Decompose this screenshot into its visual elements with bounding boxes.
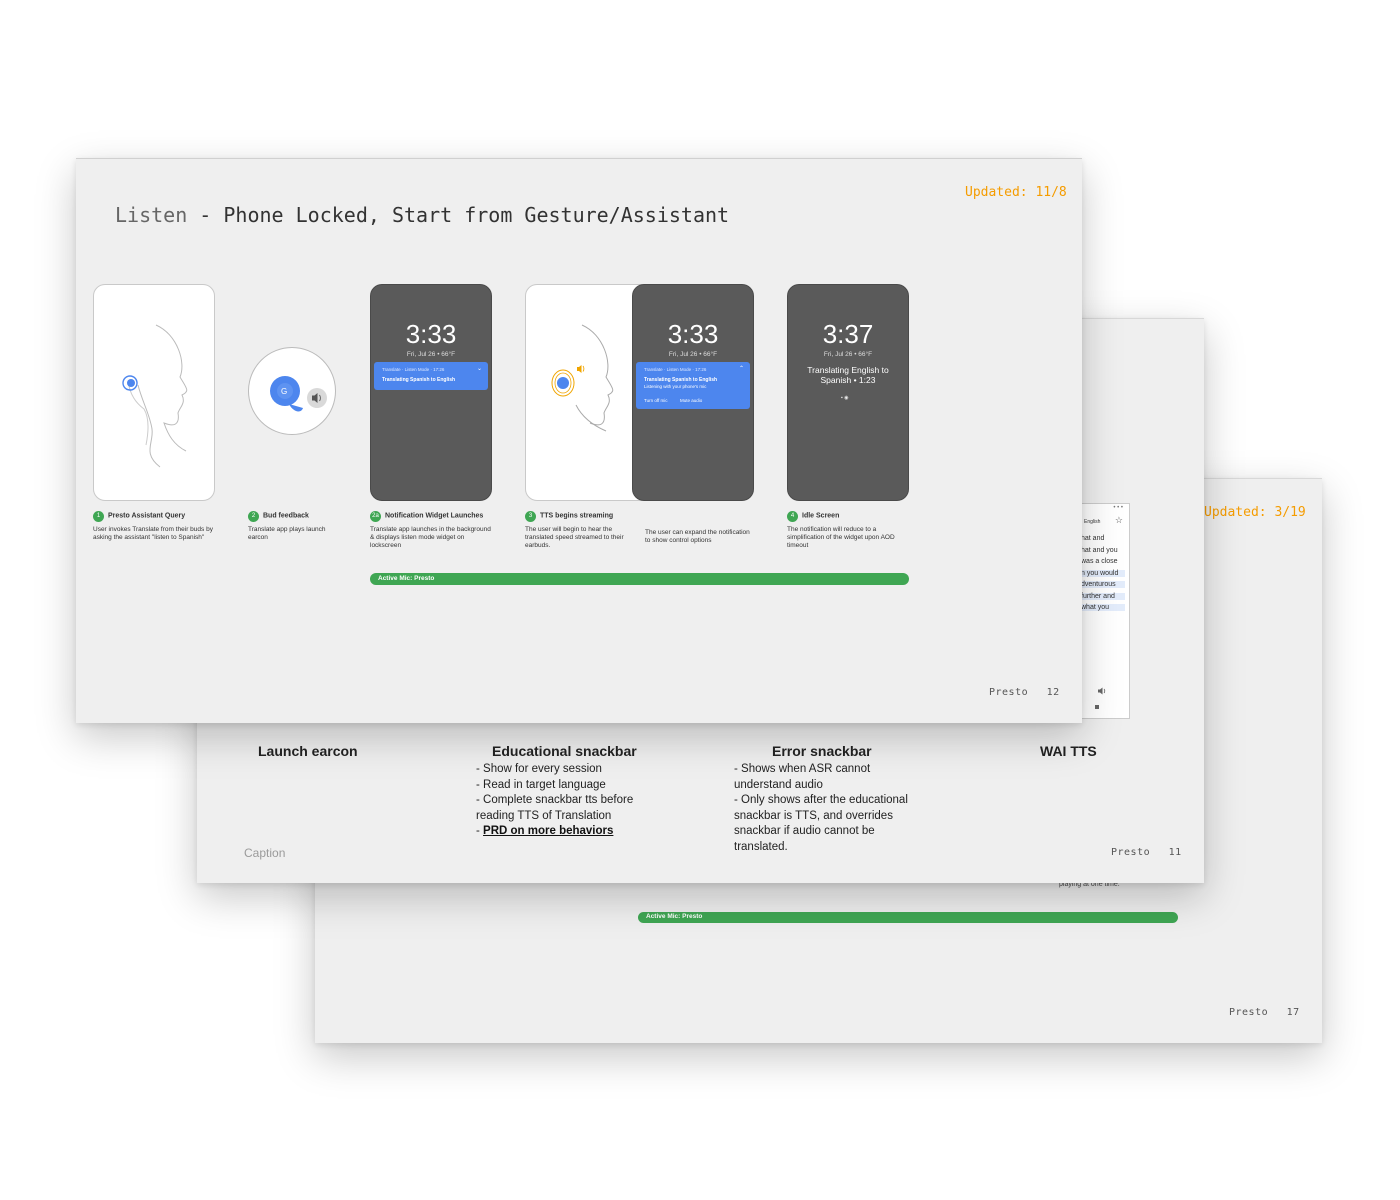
phone-line: further and bbox=[1081, 593, 1125, 600]
phone-gesture-illustration bbox=[93, 284, 215, 501]
phone-line: what you bbox=[1081, 604, 1125, 611]
prd-link[interactable]: PRD on more behaviors bbox=[483, 825, 613, 837]
translate-app-icon: ▪ ◉ bbox=[841, 395, 849, 401]
phone-idle-screen: 3:37 Fri, Jul 26 • 66°F Translating Engl… bbox=[787, 284, 909, 501]
footer-brand: Presto bbox=[989, 687, 1029, 698]
phone-line: dventurous bbox=[1081, 581, 1125, 588]
phone-lockscreen-expanded: 3:33 Fri, Jul 26 • 66°F Translate · List… bbox=[632, 284, 754, 501]
translate-notification-expanded[interactable]: Translate · Listen Mode · 17:26 Translat… bbox=[636, 362, 750, 409]
language-label: English bbox=[1084, 519, 1101, 525]
chevron-up-icon[interactable]: ⌃ bbox=[739, 365, 744, 372]
idle-status: Translating English to Spanish • 1:23 bbox=[807, 365, 889, 385]
caption: Caption bbox=[244, 846, 286, 860]
earbud-illustration: G bbox=[248, 347, 336, 435]
ear-gesture-icon bbox=[122, 324, 188, 468]
phone-line: n you would bbox=[1081, 570, 1125, 577]
footer-page-number: 12 bbox=[1046, 687, 1060, 698]
step-2a: 2a Notification Widget Launches Translate… bbox=[370, 511, 491, 550]
phone-line: was a close bbox=[1081, 558, 1118, 565]
active-mic-bar: Active Mic: Presto bbox=[370, 573, 909, 585]
footer-brand: Presto bbox=[1111, 847, 1151, 858]
column-title: Error snackbar bbox=[772, 743, 872, 759]
step-1: 1 Presto Assistant Query User invokes Tra… bbox=[93, 511, 213, 542]
bullet: - Show for every session bbox=[476, 763, 602, 775]
column-title: Launch earcon bbox=[258, 743, 358, 759]
error-snackbar-notes: - Shows when ASR cannot understand audio… bbox=[734, 762, 916, 856]
notification-subtitle: Listening with your phone's mic bbox=[644, 384, 707, 389]
star-icon[interactable]: ☆ bbox=[1115, 515, 1123, 526]
speaker-icon[interactable] bbox=[1098, 682, 1107, 700]
bullet: - Shows when ASR cannot understand audio bbox=[734, 763, 871, 791]
bullet: - PRD on more behaviors bbox=[476, 825, 614, 838]
step-3: 3 TTS begins streaming The user will begi… bbox=[525, 511, 624, 550]
bullet: - Complete snackbar tts before reading T… bbox=[476, 794, 634, 822]
translate-notification[interactable]: Translate · Listen Mode · 17:26 Translat… bbox=[374, 362, 488, 390]
bullet: - Read in target language bbox=[476, 778, 606, 791]
active-mic-label: Active Mic: Presto bbox=[646, 913, 703, 920]
notification-title: Translating Spanish to English bbox=[382, 377, 456, 383]
footer: Presto 12 bbox=[989, 687, 1060, 698]
idle-date: Fri, Jul 26 • 66°F bbox=[823, 351, 873, 358]
phone-line: hat and bbox=[1081, 535, 1105, 542]
updated-label: Updated: 11/8 bbox=[965, 185, 1067, 200]
footer: Presto 11 bbox=[1111, 847, 1182, 858]
notification-title: Translating Spanish to English bbox=[644, 377, 718, 383]
bullet: - Only shows after the educational snack… bbox=[734, 794, 908, 853]
lock-date: Fri, Jul 26 • 66°F bbox=[406, 351, 456, 358]
footer-page-number: 17 bbox=[1286, 1007, 1300, 1018]
column-title: WAI TTS bbox=[1040, 743, 1097, 759]
svg-text:G: G bbox=[281, 387, 287, 396]
idle-clock: 3:37 bbox=[822, 319, 874, 349]
chevron-down-icon[interactable]: ⌄ bbox=[477, 365, 482, 372]
footer: Presto 17 bbox=[1229, 1007, 1300, 1018]
column-title: Educational snackbar bbox=[492, 743, 637, 759]
step-4: 4 Idle Screen The notification will reduc… bbox=[787, 511, 895, 550]
footer-brand: Presto bbox=[1229, 1007, 1269, 1018]
active-mic-label: Active Mic: Presto bbox=[378, 575, 435, 582]
phone-translate-screen: • • • English ☆ hat and hat and you was … bbox=[1079, 503, 1130, 719]
active-mic-bar: Active Mic: Presto bbox=[638, 912, 1178, 923]
mute-audio-button[interactable]: Mute audio bbox=[680, 398, 702, 403]
menu-dots-icon: • • • bbox=[1113, 505, 1123, 511]
lock-clock: 3:33 bbox=[667, 319, 719, 349]
turn-off-mic-button[interactable]: Turn off mic bbox=[644, 398, 668, 403]
phone-lockscreen-notification: 3:33 Fri, Jul 26 • 66°F Translate · List… bbox=[370, 284, 492, 501]
educational-snackbar-notes: - Show for every session - Read in targe… bbox=[476, 762, 666, 840]
slide-12: Listen - Phone Locked, Start from Gestur… bbox=[76, 158, 1082, 723]
step-2: 2 Bud feedback Translate app plays launch… bbox=[248, 511, 326, 542]
notification-app: Translate · Listen Mode · 17:26 bbox=[382, 367, 445, 372]
updated-label: Updated: 3/19 bbox=[1204, 505, 1306, 520]
phone-line: hat and you bbox=[1081, 547, 1118, 554]
lock-date: Fri, Jul 26 • 66°F bbox=[668, 351, 718, 358]
stop-icon[interactable] bbox=[1095, 705, 1099, 709]
lock-clock: 3:33 bbox=[405, 319, 457, 349]
page-title: Listen - Phone Locked, Start from Gestur… bbox=[115, 203, 730, 227]
footer-page-number: 11 bbox=[1168, 847, 1182, 858]
notification-app: Translate · Listen Mode · 17:26 bbox=[644, 367, 707, 372]
earbud-icon: G bbox=[270, 376, 327, 412]
step-3b: The user can expand the notification to … bbox=[645, 529, 750, 545]
